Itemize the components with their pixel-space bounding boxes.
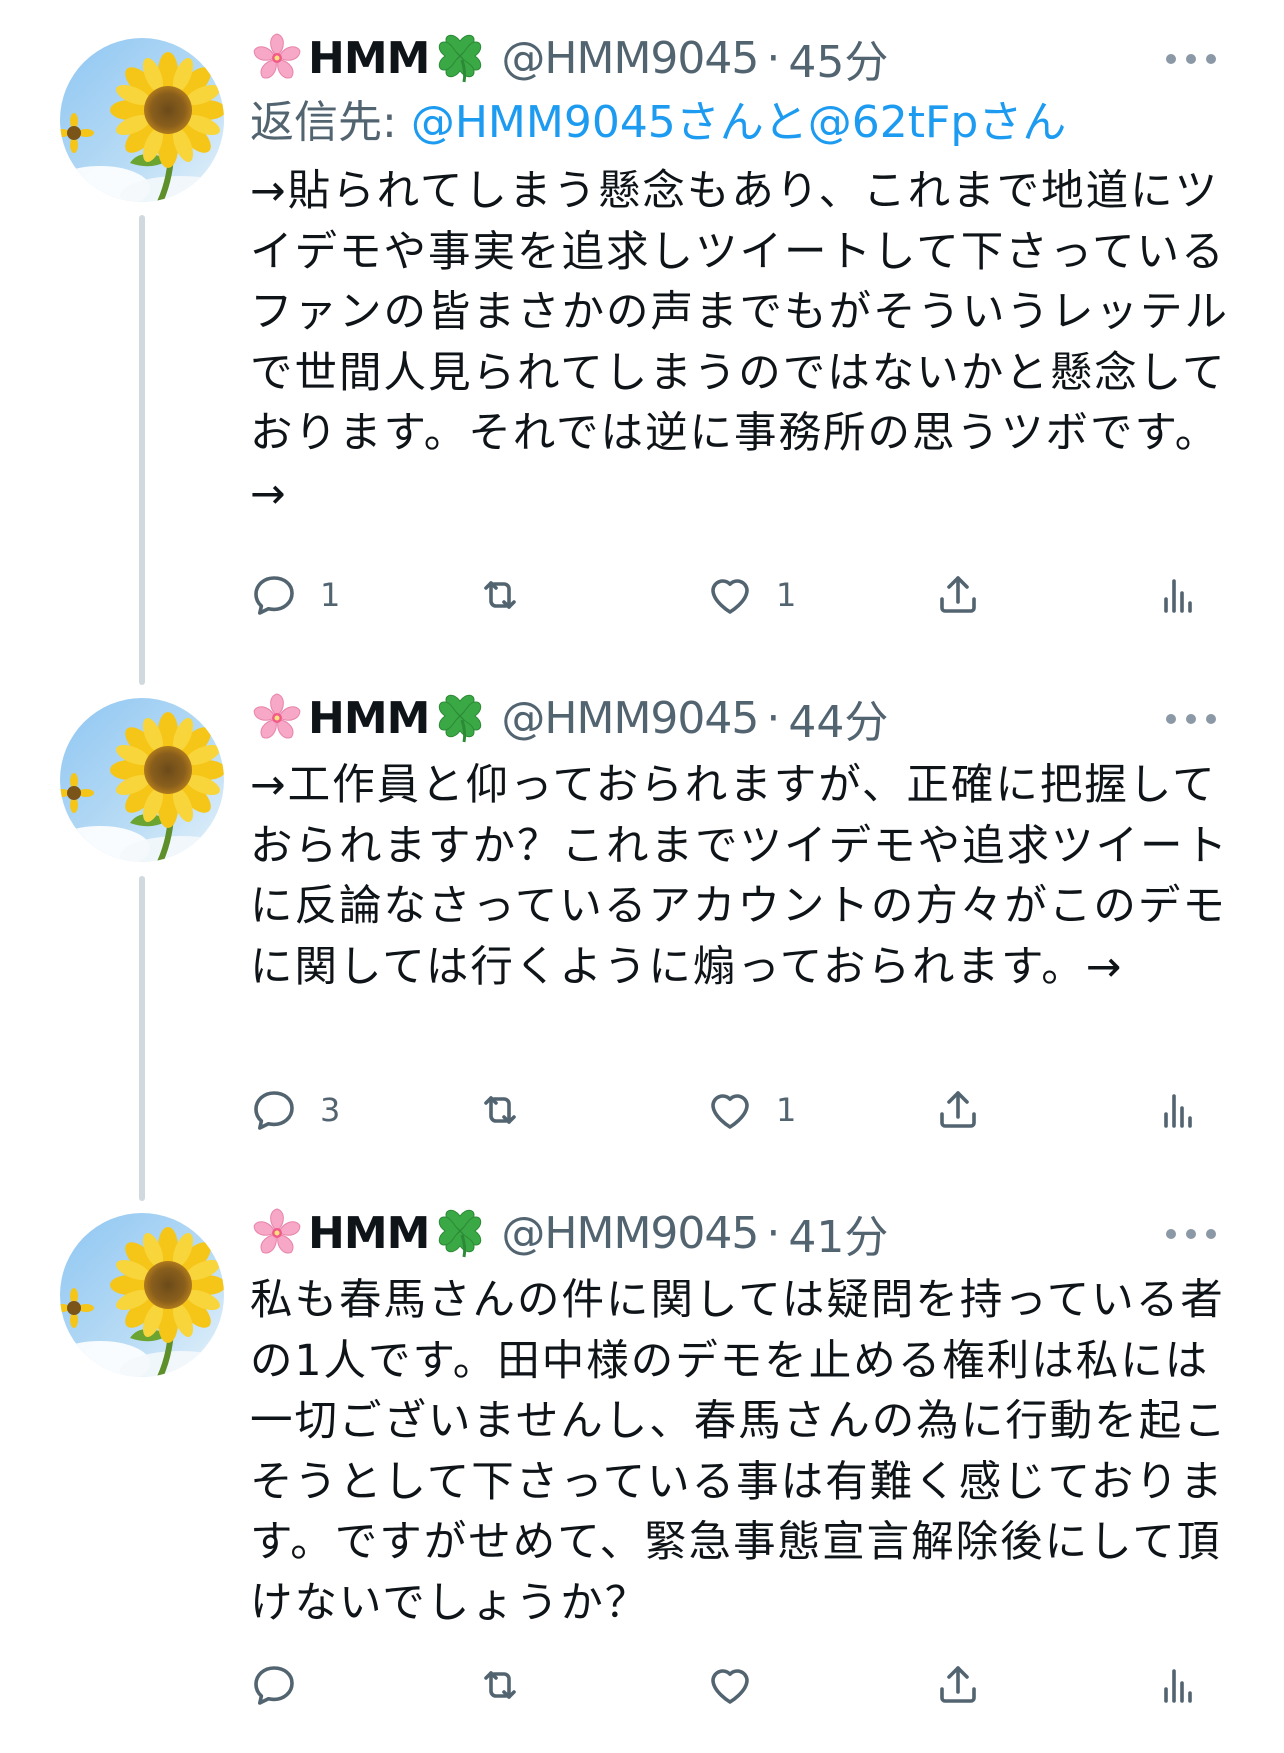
like-count: 1 <box>776 576 797 614</box>
tweet-header: HMM @HMM9045 · 41分 <box>250 1201 1244 1265</box>
cherry-blossom-emoji-icon <box>250 1206 304 1260</box>
reply-button[interactable]: 1 <box>250 565 340 625</box>
reply-button[interactable] <box>250 1655 320 1715</box>
avatar[interactable] <box>60 38 224 202</box>
analytics-button[interactable] <box>1154 1080 1202 1140</box>
separator-dot: · <box>766 32 781 84</box>
reply-icon <box>250 571 298 619</box>
display-name[interactable]: HMM <box>308 33 430 84</box>
reply-icon <box>250 1086 298 1134</box>
four-leaf-clover-emoji-icon <box>433 691 487 745</box>
analytics-icon <box>1154 1661 1202 1709</box>
more-options-icon[interactable] <box>1166 710 1222 730</box>
retweet-button[interactable] <box>476 565 546 625</box>
user-handle[interactable]: @HMM9045 <box>501 33 759 84</box>
action-bar <box>250 1655 1224 1715</box>
timestamp[interactable]: 45分 <box>788 26 888 90</box>
like-icon <box>706 571 754 619</box>
like-count: 1 <box>776 1091 797 1129</box>
avatar[interactable] <box>60 1213 224 1377</box>
like-button[interactable]: 1 <box>706 1080 796 1140</box>
retweet-button[interactable] <box>476 1080 546 1140</box>
more-options-icon[interactable] <box>1166 1225 1222 1245</box>
user-handle[interactable]: @HMM9045 <box>501 1208 759 1259</box>
retweet-icon <box>476 571 524 619</box>
like-icon <box>706 1086 754 1134</box>
sunflower-avatar-icon <box>60 38 224 202</box>
tweet[interactable]: HMM @HMM9045 · 44分 →工作員と仰っておられますが、正確に把握し… <box>0 660 1284 1180</box>
tweet-header: HMM @HMM9045 · 45分 <box>250 26 1244 90</box>
share-icon <box>934 1661 982 1709</box>
share-icon <box>934 1086 982 1134</box>
like-icon <box>706 1661 754 1709</box>
avatar[interactable] <box>60 698 224 862</box>
share-button[interactable] <box>934 1655 982 1715</box>
retweet-icon <box>476 1661 524 1709</box>
display-name[interactable]: HMM <box>308 1208 430 1259</box>
tweet-text: →貼られてしまう懸念もあり、これまで地道にツイデモや事実を追求しツイートして下さ… <box>250 167 1230 519</box>
reply-count: 3 <box>320 1091 341 1129</box>
action-bar: 1 1 <box>250 565 1224 625</box>
tweet[interactable]: HMM @HMM9045 · 41分 私も春馬さんの件に関しては疑問を持っている… <box>0 1175 1284 1753</box>
separator-dot: · <box>766 1207 781 1259</box>
like-button[interactable]: 1 <box>706 565 796 625</box>
reply-count: 1 <box>320 576 341 614</box>
analytics-icon <box>1154 1086 1202 1134</box>
user-handle[interactable]: @HMM9045 <box>501 693 759 744</box>
tweet[interactable]: HMM @HMM9045 · 45分 返信先: @HMM9045さんと@62tF… <box>0 0 1284 655</box>
sunflower-avatar-icon <box>60 1213 224 1377</box>
four-leaf-clover-emoji-icon <box>433 31 487 85</box>
retweet-icon <box>476 1086 524 1134</box>
tweet-text: →工作員と仰っておられますが、正確に把握しておられますか？これまでツイデモや追求… <box>250 761 1230 992</box>
analytics-icon <box>1154 571 1202 619</box>
timestamp[interactable]: 44分 <box>788 686 888 750</box>
display-name[interactable]: HMM <box>308 693 430 744</box>
action-bar: 3 1 <box>250 1080 1224 1140</box>
four-leaf-clover-emoji-icon <box>433 1206 487 1260</box>
analytics-button[interactable] <box>1154 1655 1202 1715</box>
reply-prefix: 返信先: <box>250 97 411 148</box>
sunflower-avatar-icon <box>60 698 224 862</box>
reply-context: 返信先: @HMM9045さんと@62tFpさん <box>250 90 1244 156</box>
like-button[interactable] <box>706 1655 776 1715</box>
retweet-button[interactable] <box>476 1655 546 1715</box>
share-icon <box>934 571 982 619</box>
analytics-button[interactable] <box>1154 565 1202 625</box>
tweet-header: HMM @HMM9045 · 44分 <box>250 686 1244 750</box>
cherry-blossom-emoji-icon <box>250 691 304 745</box>
more-options-icon[interactable] <box>1166 50 1222 70</box>
cherry-blossom-emoji-icon <box>250 31 304 85</box>
separator-dot: · <box>766 692 781 744</box>
tweet-text: 私も春馬さんの件に関しては疑問を持っている者の1人です。田中様のデモを止める権利… <box>250 1276 1228 1628</box>
timestamp[interactable]: 41分 <box>788 1201 888 1265</box>
reply-icon <box>250 1661 298 1709</box>
share-button[interactable] <box>934 565 982 625</box>
share-button[interactable] <box>934 1080 982 1140</box>
reply-button[interactable]: 3 <box>250 1080 340 1140</box>
reply-to-link[interactable]: @HMM9045さんと@62tFpさん <box>411 97 1066 148</box>
